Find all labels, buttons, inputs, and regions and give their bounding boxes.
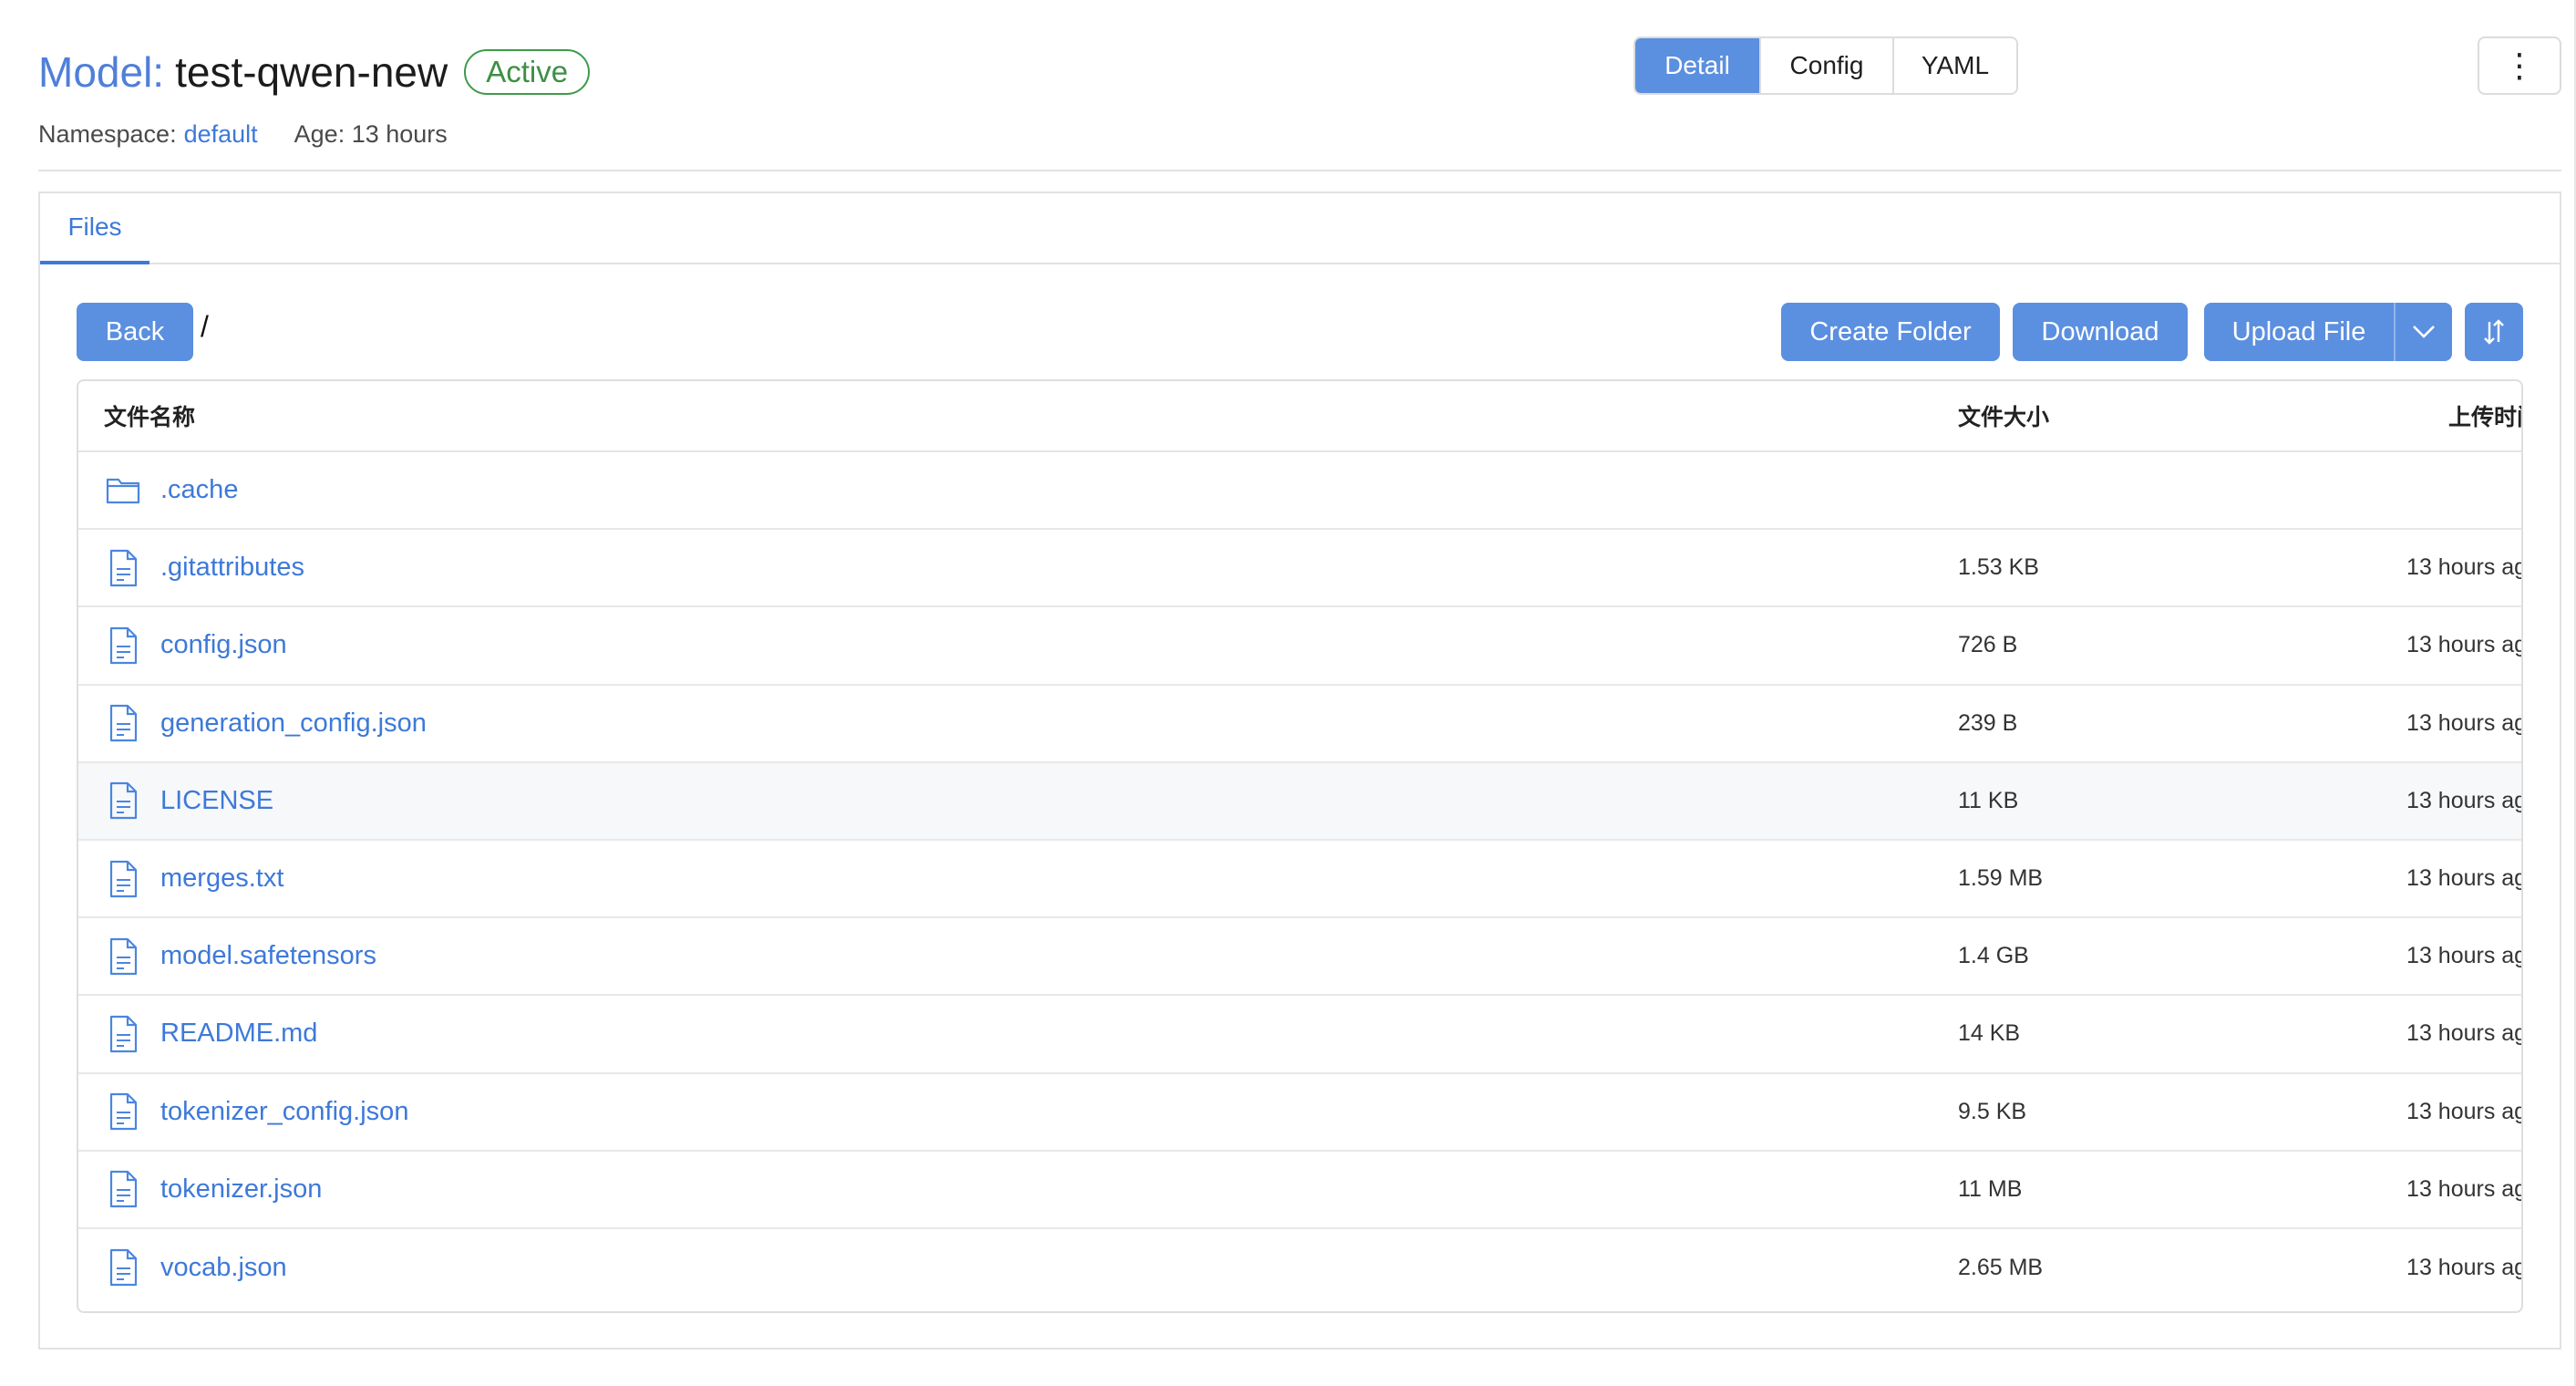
file-toolbar: Back / Create Folder Download Upload Fil… (77, 303, 2523, 361)
table-row[interactable]: tokenizer_config.json 9.5 KB 13 hours ag… (78, 1074, 2521, 1152)
page-title: test-qwen-new (175, 48, 448, 96)
status-badge: Active (464, 49, 591, 95)
more-button[interactable]: ⋮ (2478, 36, 2561, 95)
table-header: 文件名称 文件大小 上传时间 操作 (78, 381, 2521, 452)
column-header-size: 文件大小 (1958, 405, 2050, 430)
file-size: 11 MB (1958, 1175, 2023, 1202)
table-row[interactable]: generation_config.json 239 B 13 hours ag… (78, 686, 2521, 763)
upload-file-group: Upload File (2204, 303, 2452, 361)
table-row[interactable]: .cache Remove (78, 452, 2521, 531)
create-folder-button[interactable]: Create Folder (1781, 303, 2000, 361)
file-name-link[interactable]: tokenizer.json (160, 1174, 322, 1205)
upload-file-button[interactable]: Upload File (2204, 303, 2394, 361)
table-row[interactable]: config.json 726 B 13 hours ago Remove (78, 607, 2521, 686)
file-name-link[interactable]: vocab.json (160, 1253, 287, 1283)
table-body: .cache Remove .gitattributes 1.53 KB 13 … (78, 452, 2521, 1307)
table-row[interactable]: README.md 14 KB 13 hours ago Remove (78, 996, 2521, 1074)
file-size: 11 KB (1958, 787, 2019, 813)
table-row[interactable]: merges.txt 1.59 MB 13 hours ago Remove (78, 841, 2521, 919)
file-size: 14 KB (1958, 1020, 2021, 1047)
back-button[interactable]: Back (77, 303, 193, 361)
column-header-time: 上传时间 (2447, 405, 2521, 430)
file-name-link[interactable]: merges.txt (160, 864, 283, 894)
sort-icon (2484, 319, 2504, 345)
upload-options-button[interactable] (2394, 303, 2452, 361)
chevron-down-icon (2413, 326, 2435, 338)
tab-bar: Files (40, 193, 2560, 264)
page: Model: test-qwen-new Active Namespace: d… (0, 0, 2576, 1386)
file-name-link[interactable]: README.md (160, 1019, 317, 1049)
file-icon (109, 626, 138, 665)
table-row[interactable]: LICENSE 11 KB 13 hours ago Remove (78, 762, 2521, 841)
upload-time: 13 hours ago (2406, 1020, 2521, 1047)
age-text: Age: 13 hours (294, 119, 448, 148)
view-yaml-button[interactable]: YAML (1892, 38, 2016, 93)
table-row[interactable]: tokenizer.json 11 MB 13 hours ago Remove (78, 1152, 2521, 1229)
file-table: 文件名称 文件大小 上传时间 操作 .cache Remove .gitattr… (77, 379, 2523, 1313)
download-button[interactable]: Download (2013, 303, 2188, 361)
upload-time: 13 hours ago (2406, 554, 2521, 581)
more-vertical-icon: ⋮ (2503, 47, 2536, 84)
upload-time: 13 hours ago (2406, 943, 2521, 969)
meta-row: Namespace: default Age: 13 hours (38, 113, 2561, 155)
file-icon (109, 782, 138, 820)
file-icon (109, 549, 138, 586)
table-row[interactable]: model.safetensors 1.4 GB 13 hours ago Re… (78, 918, 2521, 997)
file-name-link[interactable]: tokenizer_config.json (160, 1097, 408, 1127)
file-name-link[interactable]: .cache (160, 475, 238, 505)
folder-icon (106, 478, 140, 503)
file-size: 1.53 KB (1958, 554, 2039, 581)
file-icon (109, 705, 138, 742)
namespace-link[interactable]: default (184, 120, 258, 149)
files-panel: Files Back / Create Folder Download Uplo… (38, 191, 2561, 1350)
file-size: 239 B (1958, 709, 2018, 736)
file-size: 1.4 GB (1958, 943, 2029, 969)
upload-time: 13 hours ago (2406, 709, 2521, 736)
upload-time: 13 hours ago (2406, 1098, 2521, 1124)
file-size: 1.59 MB (1958, 865, 2044, 892)
header-divider (38, 170, 2561, 171)
file-icon (109, 1171, 138, 1208)
namespace-label: Namespace: (38, 119, 177, 148)
file-size: 726 B (1958, 632, 2018, 658)
upload-time: 13 hours ago (2406, 865, 2521, 892)
title-row: Model: test-qwen-new Active (38, 36, 2561, 108)
file-size: 9.5 KB (1958, 1098, 2027, 1124)
page-header: Model: test-qwen-new Active Namespace: d… (38, 36, 2561, 170)
file-icon (109, 1092, 138, 1131)
file-icon (109, 1015, 138, 1053)
file-name-link[interactable]: model.safetensors (160, 941, 376, 971)
current-path: / (201, 310, 209, 343)
sort-button[interactable] (2465, 303, 2523, 361)
page-title-prefix: Model: (38, 48, 165, 96)
view-switch: Detail Config YAML (1633, 36, 2018, 95)
file-name-link[interactable]: config.json (160, 630, 287, 660)
file-name-link[interactable]: .gitattributes (160, 553, 304, 583)
upload-time: 13 hours ago (2406, 1175, 2521, 1202)
upload-time: 13 hours ago (2406, 787, 2521, 813)
file-icon (109, 1249, 138, 1287)
view-detail-button[interactable]: Detail (1635, 38, 1759, 93)
file-icon (109, 860, 138, 897)
file-size: 2.65 MB (1958, 1254, 2044, 1280)
tab-files[interactable]: Files (40, 193, 149, 264)
table-row[interactable]: vocab.json 2.65 MB 13 hours ago Remove (78, 1229, 2521, 1307)
file-icon (109, 937, 138, 975)
file-name-link[interactable]: generation_config.json (160, 709, 427, 739)
table-row[interactable]: .gitattributes 1.53 KB 13 hours ago Remo… (78, 530, 2521, 608)
column-header-name: 文件名称 (104, 405, 196, 430)
view-config-button[interactable]: Config (1759, 38, 1892, 93)
upload-time: 13 hours ago (2406, 632, 2521, 658)
file-name-link[interactable]: LICENSE (160, 786, 273, 816)
upload-time: 13 hours ago (2406, 1254, 2521, 1280)
